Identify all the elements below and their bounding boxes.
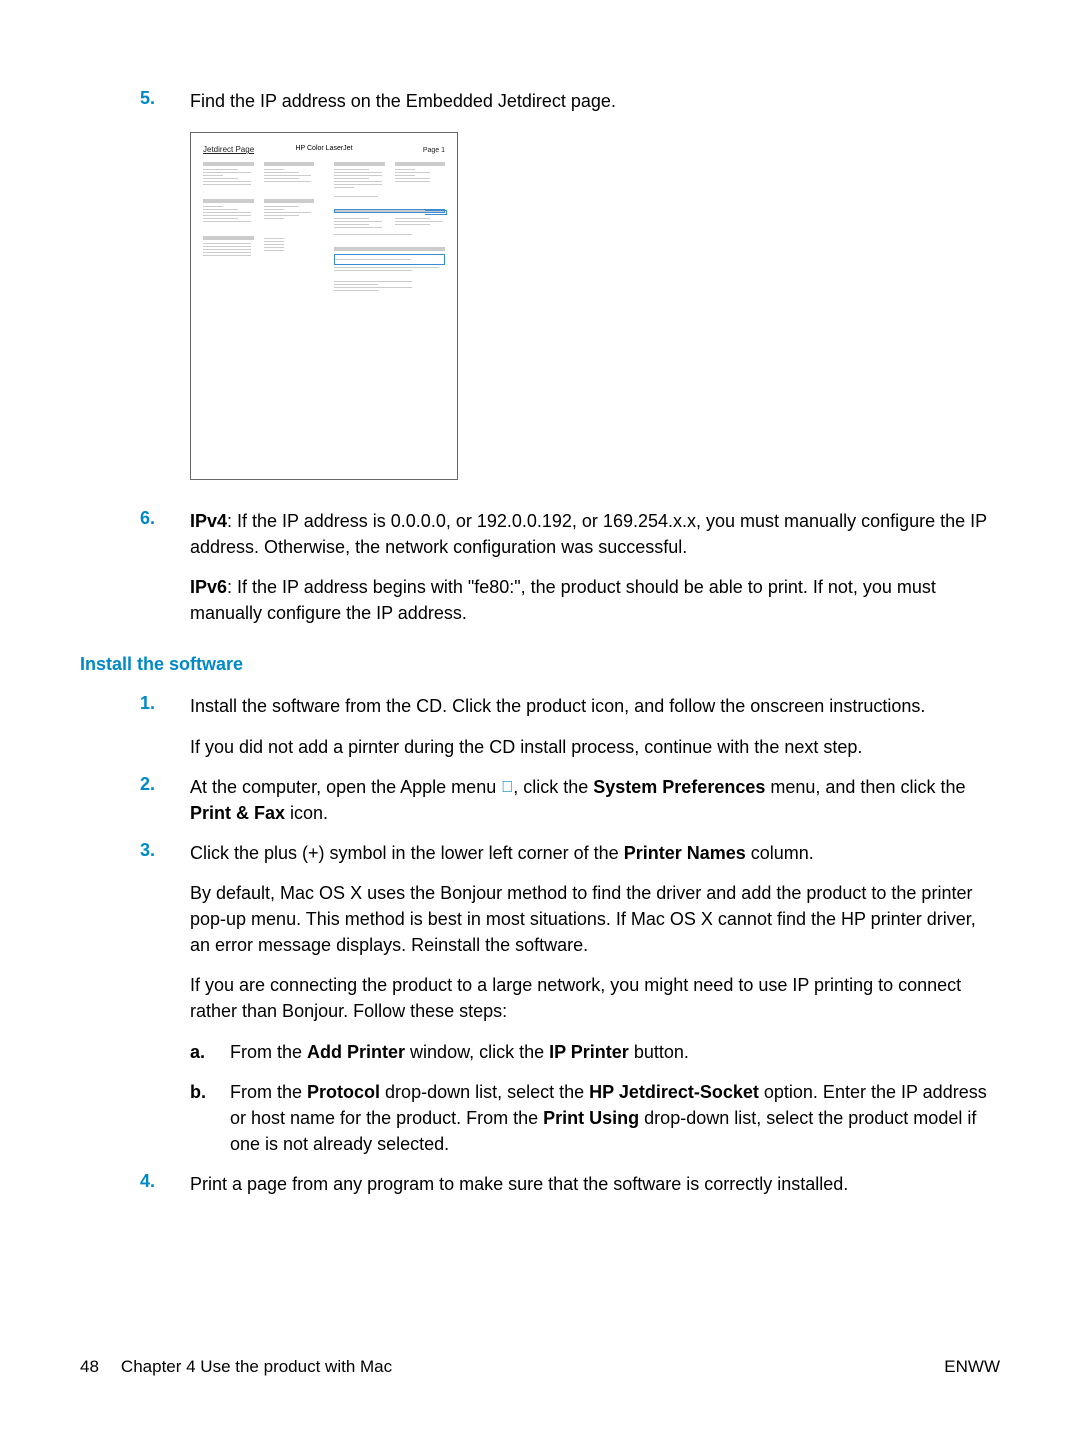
step-text: Install the software from the CD. Click … xyxy=(190,696,925,716)
substep-b: b. From the Protocol drop-down list, sel… xyxy=(190,1079,1000,1157)
step-number: 5. xyxy=(80,88,190,114)
page-number: 48 xyxy=(80,1357,99,1377)
jetdirect-model: HP Color LaserJet xyxy=(295,145,352,152)
substep-body: From the Add Printer window, click the I… xyxy=(230,1039,1000,1065)
page-footer: 48 Chapter 4 Use the product with Mac EN… xyxy=(80,1357,1000,1377)
jetdirect-socket-label: HP Jetdirect-Socket xyxy=(589,1082,759,1102)
ip-printer-label: IP Printer xyxy=(549,1042,629,1062)
step-number: 3. xyxy=(80,840,190,1157)
ipv4-label: IPv4 xyxy=(190,511,227,531)
substep-body: From the Protocol drop-down list, select… xyxy=(230,1079,1000,1157)
apple-icon:  xyxy=(501,779,513,796)
system-preferences-label: System Preferences xyxy=(593,777,765,797)
jetdirect-title: Jetdirect Page xyxy=(203,145,254,154)
print-using-label: Print Using xyxy=(543,1108,639,1128)
jetdirect-page-figure: Jetdirect Page Page 1 HP Color LaserJet xyxy=(190,132,458,480)
step-body: Click the plus (+) symbol in the lower l… xyxy=(190,840,1000,1157)
text-a: Click the plus (+) symbol in the lower l… xyxy=(190,843,624,863)
step-5: 5. Find the IP address on the Embedded J… xyxy=(80,88,1000,114)
step-number: 2. xyxy=(80,774,190,826)
substep-letter: b. xyxy=(190,1079,230,1157)
paragraph-ipprint: If you are connecting the product to a l… xyxy=(190,972,1000,1024)
step-text: Print a page from any program to make su… xyxy=(190,1171,1000,1197)
install-step-3: 3. Click the plus (+) symbol in the lowe… xyxy=(80,840,1000,1157)
paragraph-bonjour: By default, Mac OS X uses the Bonjour me… xyxy=(190,880,1000,958)
ipv6-label: IPv6 xyxy=(190,577,227,597)
install-step-1: 1. Install the software from the CD. Cli… xyxy=(80,693,1000,759)
text-end: icon. xyxy=(285,803,328,823)
add-printer-label: Add Printer xyxy=(307,1042,405,1062)
section-heading-install-software: Install the software xyxy=(80,654,1000,675)
text-mid2: menu, and then click the xyxy=(765,777,965,797)
jetdirect-page-label: Page 1 xyxy=(423,147,445,154)
step-body: Install the software from the CD. Click … xyxy=(190,693,1000,759)
jetdirect-highlight-box xyxy=(334,254,445,265)
footer-right: ENWW xyxy=(944,1357,1000,1377)
chapter-label: Chapter 4 Use the product with Mac xyxy=(121,1357,392,1377)
text: From the xyxy=(230,1082,307,1102)
step-body: At the computer, open the Apple menu , … xyxy=(190,774,1000,826)
text-b: column. xyxy=(746,843,814,863)
protocol-label: Protocol xyxy=(307,1082,380,1102)
step-body: IPv4: If the IP address is 0.0.0.0, or 1… xyxy=(190,508,1000,626)
text-pre: At the computer, open the Apple menu xyxy=(190,777,501,797)
text: button. xyxy=(629,1042,689,1062)
text: From the xyxy=(230,1042,307,1062)
step-note: If you did not add a pirnter during the … xyxy=(190,734,1000,760)
step-text: Find the IP address on the Embedded Jetd… xyxy=(190,88,1000,114)
substep-a: a. From the Add Printer window, click th… xyxy=(190,1039,1000,1065)
ipv6-text: : If the IP address begins with "fe80:",… xyxy=(190,577,936,623)
page-content: 5. Find the IP address on the Embedded J… xyxy=(80,88,1000,1197)
step-number: 1. xyxy=(80,693,190,759)
step-6: 6. IPv4: If the IP address is 0.0.0.0, o… xyxy=(80,508,1000,626)
print-fax-label: Print & Fax xyxy=(190,803,285,823)
ipv4-text: : If the IP address is 0.0.0.0, or 192.0… xyxy=(190,511,987,557)
printer-names-label: Printer Names xyxy=(624,843,746,863)
step-number: 6. xyxy=(80,508,190,626)
substep-letter: a. xyxy=(190,1039,230,1065)
install-step-2: 2. At the computer, open the Apple menu … xyxy=(80,774,1000,826)
text: drop-down list, select the xyxy=(380,1082,589,1102)
step-number: 4. xyxy=(80,1171,190,1197)
install-step-4: 4. Print a page from any program to make… xyxy=(80,1171,1000,1197)
jetdirect-highlight-callout xyxy=(425,210,447,215)
text-mid: , click the xyxy=(513,777,593,797)
text: window, click the xyxy=(405,1042,549,1062)
